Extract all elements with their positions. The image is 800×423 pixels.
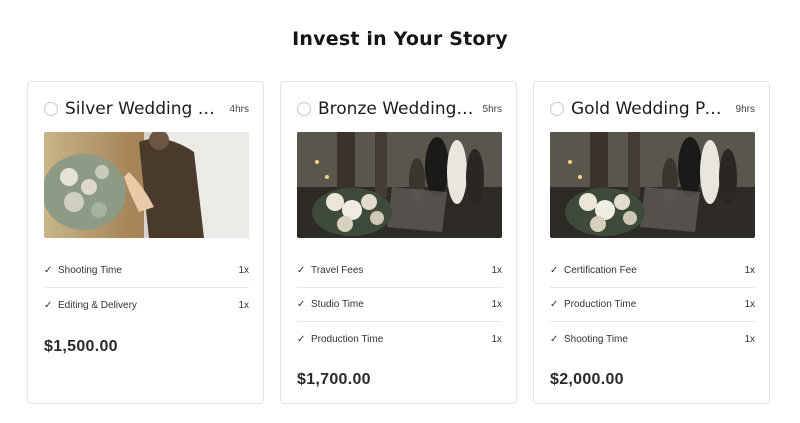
- card-header: Silver Wedding Pa... 4hrs: [44, 98, 249, 120]
- list-item: ✓ Certification Fee 1x: [550, 254, 755, 288]
- item-label: Shooting Time: [564, 333, 628, 345]
- item-quantity: 1x: [744, 265, 755, 276]
- package-price: $1,700.00: [297, 371, 371, 388]
- package-image: [44, 132, 249, 238]
- check-icon: ✓: [44, 265, 53, 276]
- card-header: Bronze Wedding P... 5hrs: [297, 98, 502, 120]
- radio-icon[interactable]: [550, 102, 564, 116]
- item-quantity: 1x: [238, 299, 249, 311]
- list-item: ✓ Travel Fees 1x: [297, 254, 502, 288]
- check-icon: ✓: [297, 265, 306, 276]
- item-quantity: 1x: [238, 265, 249, 276]
- package-title: Bronze Wedding P...: [318, 99, 483, 119]
- item-quantity: 1x: [491, 299, 502, 310]
- package-title: Gold Wedding Pac...: [571, 99, 736, 119]
- list-item: ✓ Editing & Delivery 1x: [44, 288, 249, 322]
- package-image: [550, 132, 755, 238]
- package-price: $2,000.00: [550, 371, 624, 388]
- item-quantity: 1x: [744, 299, 755, 310]
- item-label: Production Time: [564, 299, 637, 310]
- check-icon: ✓: [550, 265, 559, 276]
- check-icon: ✓: [44, 299, 53, 311]
- check-icon: ✓: [550, 333, 559, 345]
- list-item: ✓ Production Time 1x: [550, 288, 755, 322]
- package-hours: 5hrs: [482, 103, 502, 115]
- item-label: Studio Time: [311, 299, 364, 310]
- included-items-list: ✓ Certification Fee 1x ✓ Production Time…: [550, 254, 755, 356]
- package-image: [297, 132, 502, 238]
- item-quantity: 1x: [491, 265, 502, 276]
- package-card-bronze[interactable]: Bronze Wedding P... 5hrs ✓ Travel Fees 1…: [280, 81, 517, 404]
- page-title: Invest in Your Story: [292, 28, 508, 50]
- package-hours: 4hrs: [229, 103, 249, 115]
- package-card-silver[interactable]: Silver Wedding Pa... 4hrs ✓ Shooting Tim…: [27, 81, 264, 404]
- list-item: ✓ Shooting Time 1x: [44, 254, 249, 288]
- check-icon: ✓: [297, 299, 306, 310]
- item-quantity: 1x: [491, 333, 502, 345]
- pricing-page: Invest in Your Story Silver Wedding Pa..…: [0, 0, 800, 423]
- check-icon: ✓: [550, 299, 559, 310]
- item-label: Production Time: [311, 333, 384, 345]
- item-label: Certification Fee: [564, 265, 637, 276]
- package-price: $1,500.00: [44, 338, 118, 355]
- radio-icon[interactable]: [44, 102, 58, 116]
- list-item: ✓ Production Time 1x: [297, 322, 502, 356]
- list-item: ✓ Studio Time 1x: [297, 288, 502, 322]
- check-icon: ✓: [297, 333, 306, 345]
- item-label: Shooting Time: [58, 265, 122, 276]
- item-label: Editing & Delivery: [58, 299, 137, 311]
- included-items-list: ✓ Travel Fees 1x ✓ Studio Time 1x ✓ Prod…: [297, 254, 502, 356]
- card-header: Gold Wedding Pac... 9hrs: [550, 98, 755, 120]
- included-items-list: ✓ Shooting Time 1x ✓ Editing & Delivery …: [44, 254, 249, 322]
- package-hours: 9hrs: [735, 103, 755, 115]
- list-item: ✓ Shooting Time 1x: [550, 322, 755, 356]
- item-quantity: 1x: [744, 333, 755, 345]
- package-title: Silver Wedding Pa...: [65, 99, 230, 119]
- radio-icon[interactable]: [297, 102, 311, 116]
- item-label: Travel Fees: [311, 265, 364, 276]
- package-card-gold[interactable]: Gold Wedding Pac... 9hrs ✓ Certification…: [533, 81, 770, 404]
